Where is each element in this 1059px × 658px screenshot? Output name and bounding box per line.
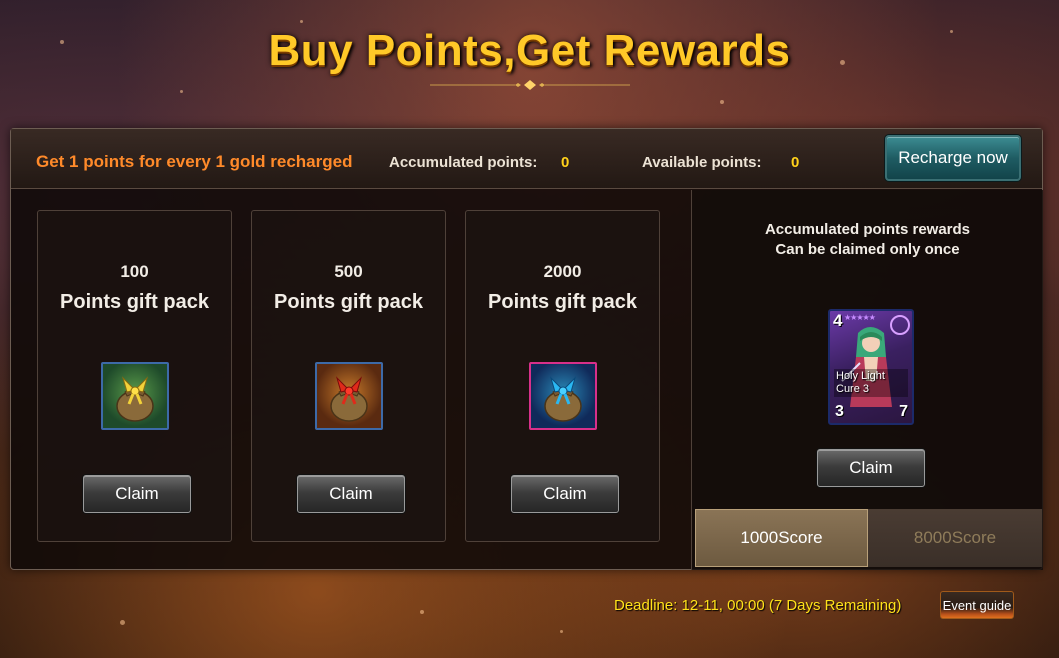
card-name-line2: Cure 3 — [836, 383, 870, 395]
rewards-heading-line1: Accumulated points rewards — [764, 221, 971, 238]
points-info-bar: Get 1 points for every 1 gold recharged … — [11, 129, 1042, 189]
pack-points-amount: 100 — [120, 262, 149, 281]
event-panel: Get 1 points for every 1 gold recharged … — [10, 128, 1043, 570]
claim-button[interactable]: Claim — [511, 475, 619, 513]
tab-1000-score[interactable]: 1000Score — [695, 509, 868, 567]
recharge-rule-text: Get 1 points for every 1 gold recharged — [36, 152, 353, 171]
pack-points-amount: 2000 — [543, 262, 582, 281]
card-stars-icon: ★★★★★ — [844, 313, 876, 322]
available-points-value: 0 — [791, 154, 800, 171]
gift-bag-red-ribbon-icon — [315, 362, 383, 430]
card-hp: 7 — [899, 403, 908, 420]
gift-pack-card: 100 Points gift pack Claim — [37, 210, 232, 542]
available-points-label: Available points: — [642, 154, 762, 171]
page-title: Buy Points,Get Rewards — [268, 26, 791, 75]
pack-name: Points gift pack — [60, 291, 209, 313]
gift-pack-card: 2000 Points gift pack Claim — [465, 210, 660, 542]
pack-name: Points gift pack — [274, 291, 423, 313]
recharge-now-button[interactable]: Recharge now — [885, 135, 1021, 181]
rewards-heading: Accumulated points rewards Can be claime… — [692, 220, 1043, 260]
gift-pack-card: 500 Points gift pack Claim — [251, 210, 446, 542]
gift-bag-yellow-ribbon-icon — [101, 362, 169, 430]
card-level: 4 — [833, 311, 843, 330]
card-name: Holy Light Cure 3 — [834, 369, 908, 397]
accumulated-points-label: Accumulated points: — [389, 154, 538, 171]
event-guide-button[interactable]: Event guide — [940, 591, 1014, 619]
pack-name: Points gift pack — [488, 291, 637, 313]
card-attack: 3 — [835, 403, 844, 420]
claim-button[interactable]: Claim — [297, 475, 405, 513]
title-ornament-icon — [430, 80, 630, 90]
pack-points-amount: 500 — [334, 262, 363, 281]
deadline-text: Deadline: 12-11, 00:00 (7 Days Remaining… — [614, 597, 902, 614]
tab-8000-score[interactable]: 8000Score — [868, 509, 1042, 567]
card-name-line1: Holy Light — [836, 370, 885, 382]
reward-hero-card[interactable]: 4 ★★★★★ Holy Light Cure 3 3 7 — [828, 309, 914, 425]
accumulated-rewards-section: Accumulated points rewards Can be claime… — [691, 190, 1043, 570]
rewards-heading-line2: Can be claimed only once — [775, 241, 960, 258]
claim-reward-button[interactable]: Claim — [817, 449, 925, 487]
claim-button[interactable]: Claim — [83, 475, 191, 513]
accumulated-points-value: 0 — [561, 154, 570, 171]
gift-bag-blue-ribbon-icon — [529, 362, 597, 430]
